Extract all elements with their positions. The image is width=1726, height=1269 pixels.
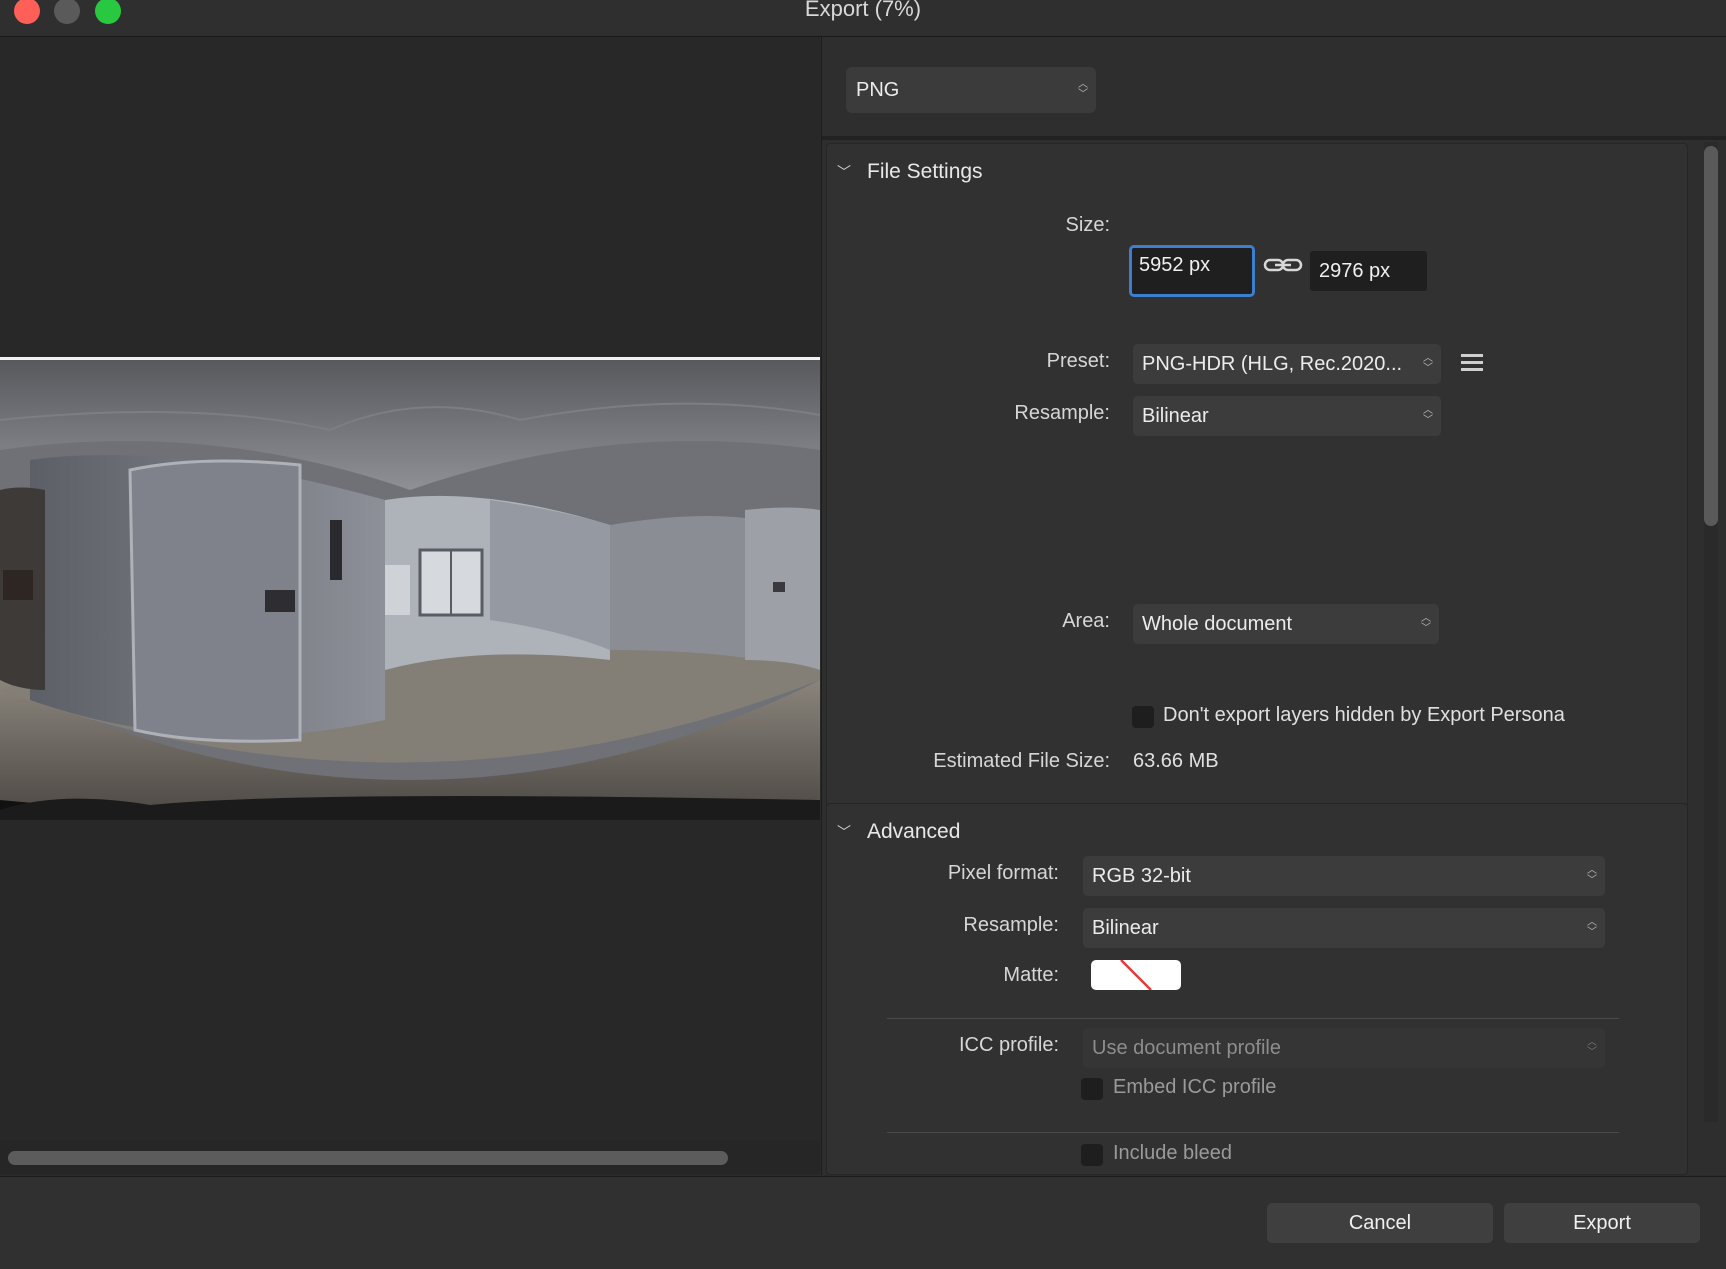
pixel-format-select[interactable]: RGB 32-bit ︿ ﹀ bbox=[1083, 856, 1605, 896]
format-select-value: PNG bbox=[856, 79, 900, 101]
area-label: Area: bbox=[1062, 610, 1110, 632]
preset-label: Preset: bbox=[1046, 350, 1110, 372]
advanced-resample-select[interactable]: Bilinear ︿ ﹀ bbox=[1083, 908, 1605, 948]
include-bleed-label: Include bleed bbox=[1113, 1142, 1232, 1164]
height-field[interactable]: 2976 px bbox=[1310, 251, 1427, 291]
resample-label: Resample: bbox=[1014, 402, 1110, 424]
pixel-format-label: Pixel format: bbox=[947, 862, 1059, 884]
embed-icc-checkbox[interactable] bbox=[1081, 1078, 1103, 1100]
file-settings-header[interactable]: ﹀ File Settings bbox=[837, 144, 983, 200]
matte-label: Matte: bbox=[1003, 964, 1059, 986]
estimated-file-size-label: Estimated File Size: bbox=[933, 750, 1110, 772]
preset-menu-icon[interactable] bbox=[1461, 354, 1483, 371]
dialog-footer: Cancel Export bbox=[0, 1176, 1726, 1269]
up-down-chevron-icon: ︿ ﹀ bbox=[1587, 917, 1597, 938]
width-field[interactable]: 5952 px bbox=[1129, 245, 1255, 297]
advanced-title: Advanced bbox=[867, 820, 961, 843]
preset-select-value: PNG-HDR (HLG, Rec.2020... bbox=[1142, 353, 1403, 375]
hidden-layers-checkbox[interactable] bbox=[1132, 706, 1154, 728]
pixel-format-select-value: RGB 32-bit bbox=[1092, 865, 1191, 887]
icc-profile-select[interactable]: Use document profile ︿ ﹀ bbox=[1083, 1028, 1605, 1068]
advanced-resample-select-value: Bilinear bbox=[1092, 917, 1159, 939]
export-preview-pane bbox=[0, 37, 820, 1175]
area-select-value: Whole document bbox=[1142, 613, 1293, 635]
preset-select[interactable]: PNG-HDR (HLG, Rec.2020... ︿ ﹀ bbox=[1133, 344, 1441, 384]
window-title: Export (7%) bbox=[804, 0, 922, 21]
chevron-down-icon: ﹀ bbox=[837, 164, 851, 180]
divider bbox=[822, 136, 1726, 140]
panorama-preview-image bbox=[0, 357, 820, 820]
cancel-button[interactable]: Cancel bbox=[1267, 1203, 1493, 1243]
icc-profile-select-value: Use document profile bbox=[1092, 1037, 1281, 1059]
settings-scroll-thumb[interactable] bbox=[1704, 146, 1718, 526]
up-down-chevron-icon: ︿ ﹀ bbox=[1421, 613, 1431, 634]
advanced-section: ﹀ Advanced Pixel format: RGB 32-bit ︿ ﹀ R… bbox=[826, 803, 1688, 1175]
up-down-chevron-icon: ︿ ﹀ bbox=[1423, 405, 1433, 426]
include-bleed-checkbox[interactable] bbox=[1081, 1144, 1103, 1166]
area-select[interactable]: Whole document ︿ ﹀ bbox=[1133, 604, 1439, 644]
advanced-divider bbox=[887, 1018, 1619, 1019]
up-down-chevron-icon: ︿ ﹀ bbox=[1587, 865, 1597, 886]
icc-profile-label: ICC profile: bbox=[958, 1034, 1059, 1056]
preview-horizontal-scrollbar[interactable] bbox=[0, 1140, 820, 1174]
title-bar: Export (7%) bbox=[0, 0, 1726, 37]
advanced-resample-label: Resample: bbox=[963, 914, 1059, 936]
embed-icc-label: Embed ICC profile bbox=[1113, 1076, 1277, 1098]
advanced-header[interactable]: ﹀ Advanced bbox=[837, 804, 960, 860]
export-settings-pane: PNG ︿ ﹀ ﹀ File Settings Size: 5952 px 297… bbox=[821, 37, 1726, 1175]
up-down-chevron-icon: ︿ ﹀ bbox=[1587, 1037, 1597, 1058]
up-down-chevron-icon: ︿ ﹀ bbox=[1078, 79, 1088, 100]
preview-scroll-thumb[interactable] bbox=[8, 1151, 728, 1165]
up-down-chevron-icon: ︿ ﹀ bbox=[1423, 353, 1433, 374]
estimated-file-size-value: 63.66 MB bbox=[1133, 750, 1219, 772]
format-select[interactable]: PNG ︿ ﹀ bbox=[846, 67, 1096, 113]
settings-vertical-scrollbar[interactable] bbox=[1704, 142, 1718, 1122]
file-settings-section: ﹀ File Settings Size: 5952 px 2976 px Pr… bbox=[826, 143, 1688, 835]
advanced-divider-2 bbox=[887, 1132, 1619, 1133]
matte-color-swatch[interactable] bbox=[1091, 960, 1181, 990]
export-button[interactable]: Export bbox=[1504, 1203, 1700, 1243]
size-label: Size: bbox=[1065, 214, 1110, 236]
resample-select-value: Bilinear bbox=[1142, 405, 1209, 427]
hidden-layers-label: Don't export layers hidden by Export Per… bbox=[1163, 704, 1565, 726]
file-settings-title: File Settings bbox=[867, 160, 983, 183]
link-dimensions-icon[interactable] bbox=[1263, 256, 1303, 276]
resample-select[interactable]: Bilinear ︿ ﹀ bbox=[1133, 396, 1441, 436]
chevron-down-icon: ﹀ bbox=[837, 824, 851, 840]
export-dialog: Export (7%) PNG ︿ ﹀ ﹀ File Settings Size… bbox=[0, 0, 1726, 1269]
